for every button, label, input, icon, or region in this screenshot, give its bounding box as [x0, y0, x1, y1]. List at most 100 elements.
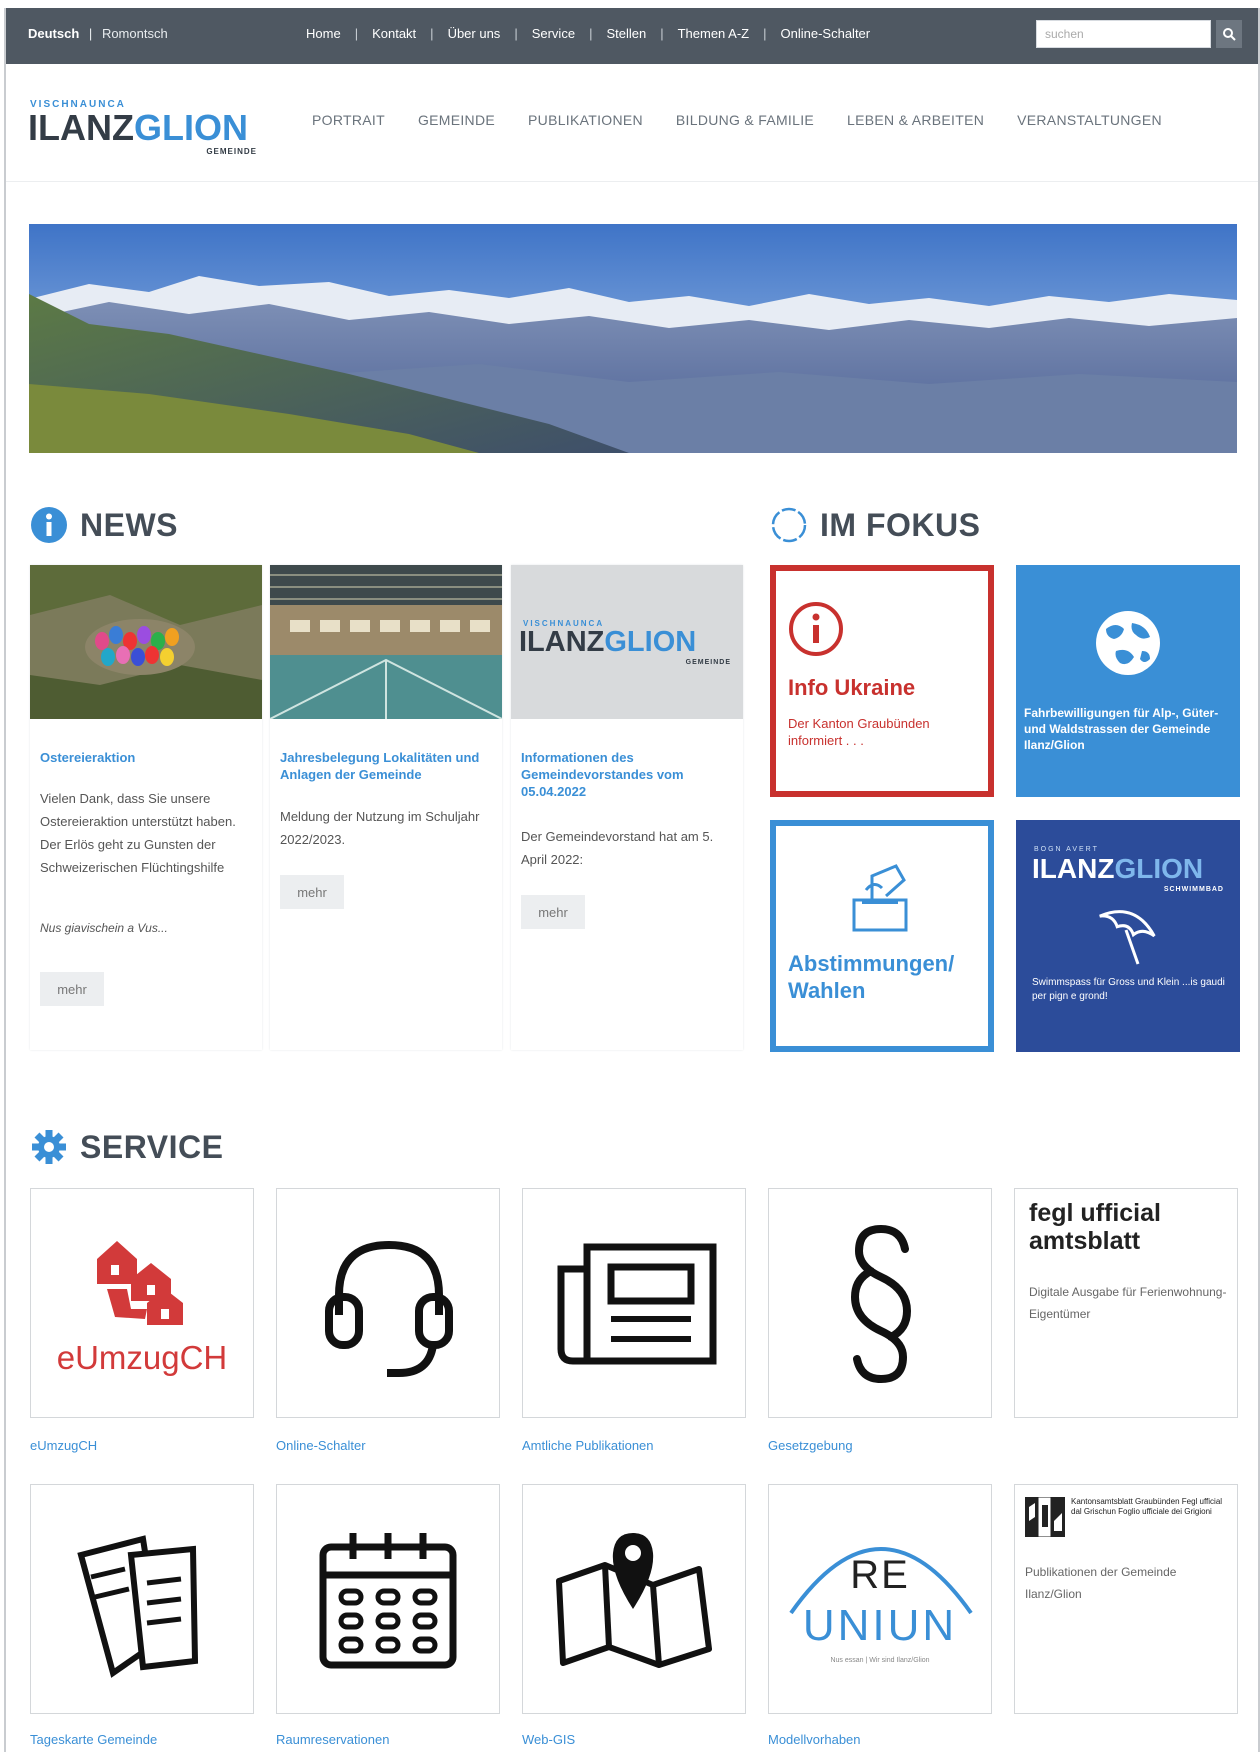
service-tile-amtsblatt[interactable]: fegl ufficial amtsblatt Digitale Ausgabe… — [1014, 1188, 1238, 1418]
kantonsamtsblatt-head: Kantonsamtsblatt Graubünden Fegl ufficia… — [1071, 1497, 1223, 1516]
ukraine-text: Der Kanton Graubünden informiert . . . — [788, 716, 930, 748]
news-card[interactable]: VISCHNAUNCA ILANZGLION GEMEINDE Informat… — [511, 565, 743, 1050]
news-logo-sub: GEMEINDE — [685, 659, 731, 666]
top-nav: Home | Kontakt | Über uns | Service | Stelle… — [306, 26, 870, 41]
news-card[interactable]: Jahresbelegung Lokalitäten und Anlagen d… — [270, 565, 502, 1050]
focus-tile-info-ukraine[interactable]: Info Ukraine Der Kanton Graubünden infor… — [770, 565, 994, 797]
service-tile-online-schalter[interactable] — [276, 1188, 500, 1418]
amtsblatt-text: Digitale Ausgabe für Ferienwohnung-Eigen… — [1029, 1285, 1227, 1321]
abstimmungen-text: Abstimmungen/ Wahlen — [788, 951, 955, 1003]
service-label[interactable]: Amtliche Publikationen — [522, 1438, 654, 1453]
service-heading: SERVICE — [30, 1128, 223, 1166]
eumzug-tile-text: eUmzugCH — [56, 1339, 228, 1376]
lang-romontsch[interactable]: Romontsch — [102, 26, 168, 41]
bad-logo-glion: GLION — [1114, 853, 1204, 884]
service-tile-amtliche-publikationen[interactable] — [522, 1188, 746, 1418]
search-icon — [1223, 28, 1236, 41]
top-nav-online-schalter[interactable]: Online-Schalter — [781, 26, 871, 41]
reuniun-uniun: UNIUN — [802, 1601, 958, 1650]
main-nav-portrait[interactable]: PORTRAIT — [312, 112, 385, 128]
logo-ilanz: ILANZ — [28, 107, 134, 148]
service-label[interactable]: Online-Schalter — [276, 1438, 366, 1453]
lang-deutsch[interactable]: Deutsch — [28, 26, 79, 41]
reuniun-re: RE — [850, 1553, 910, 1597]
top-nav-service[interactable]: Service — [532, 26, 575, 41]
main-nav-gemeinde[interactable]: GEMEINDE — [418, 112, 495, 128]
service-tile-web-gis[interactable] — [522, 1484, 746, 1714]
news-title-link[interactable]: Ostereieraktion — [40, 749, 250, 766]
top-nav-themen[interactable]: Themen A-Z — [678, 26, 750, 41]
service-label[interactable]: Modellvorhaben — [768, 1732, 861, 1747]
search-input[interactable]: suchen — [1036, 20, 1211, 48]
kantonsamtsblatt-text: Publikationen der Gemeinde Ilanz/Glion — [1025, 1565, 1177, 1601]
top-nav-home[interactable]: Home — [306, 26, 341, 41]
top-nav-ueber-uns[interactable]: Über uns — [448, 26, 501, 41]
service-tile-modellvorhaben[interactable]: RE UNIUN Nus essan | Wir sind Ilanz/Glio… — [768, 1484, 992, 1714]
headset-icon — [325, 1240, 453, 1377]
documents-icon — [77, 1535, 199, 1678]
news-image-logo[interactable]: VISCHNAUNCA ILANZGLION GEMEINDE — [511, 565, 743, 719]
focus-tile-fahrbewilligungen[interactable]: Fahrbewilligungen für Alp-, Güter- und W… — [1016, 565, 1240, 797]
divider: | — [589, 26, 593, 41]
service-tile-tageskarte[interactable] — [30, 1484, 254, 1714]
divider: | — [660, 26, 664, 41]
top-bar: Deutsch | Romontsch Home | Kontakt | Über … — [6, 8, 1258, 64]
globe-icon — [1096, 611, 1160, 675]
site-header: VISCHNAUNCA ILANZGLION GEMEINDE PORTRAIT… — [6, 64, 1258, 182]
service-tile-eumzug[interactable]: eUmzugCH — [30, 1188, 254, 1418]
service-title: SERVICE — [80, 1128, 224, 1165]
top-nav-stellen[interactable]: Stellen — [606, 26, 646, 41]
bad-logo-ilanz: ILANZ — [1032, 853, 1115, 884]
news-teaser: Vielen Dank, dass Sie unsere Ostereierak… — [40, 791, 236, 875]
reuniun-caption: Nus essan | Wir sind Ilanz/Glion — [830, 1657, 930, 1664]
service-label[interactable]: Raumreservationen — [276, 1732, 389, 1747]
language-switch: Deutsch | Romontsch — [28, 26, 168, 41]
main-nav: PORTRAIT GEMEINDE PUBLIKATIONEN BILDUNG … — [312, 112, 1162, 128]
eumzug-houses-icon — [97, 1241, 183, 1325]
news-card[interactable]: Ostereieraktion Vielen Dank, dass Sie un… — [30, 565, 262, 1050]
top-nav-kontakt[interactable]: Kontakt — [372, 26, 416, 41]
news-title-link[interactable]: Informationen des Gemeindevorstandes vom… — [521, 749, 731, 800]
map-pin-icon — [556, 1533, 712, 1668]
main-nav-veranstaltungen[interactable]: VERANSTALTUNGEN — [1017, 112, 1162, 128]
service-tile-raumreservationen[interactable] — [276, 1484, 500, 1714]
service-label[interactable]: eUmzugCH — [30, 1438, 97, 1453]
more-button[interactable]: mehr — [280, 875, 344, 909]
service-label[interactable]: Web-GIS — [522, 1732, 575, 1747]
focus-heading: IM FOKUS — [770, 506, 980, 544]
service-tile-kantonsamtsblatt[interactable]: Kantonsamtsblatt Graubünden Fegl ufficia… — [1014, 1484, 1238, 1714]
news-heading: NEWS — [30, 506, 178, 544]
news-title-link[interactable]: Jahresbelegung Lokalitäten und Anlagen d… — [280, 749, 490, 783]
service-label[interactable]: Tageskarte Gemeinde — [30, 1732, 157, 1747]
amtsblatt-title-a: fegl ufficial — [1029, 1199, 1161, 1227]
newspaper-icon — [557, 1243, 717, 1365]
hero-mountain-panorama — [29, 224, 1237, 453]
news-image-easter-eggs[interactable] — [30, 565, 262, 719]
focus-title: IM FOKUS — [820, 506, 981, 543]
amtsblatt-title-b: amtsblatt — [1029, 1227, 1141, 1255]
news-teaser-extra: Nus giavischein a Vus... — [40, 921, 168, 935]
main-nav-leben-arbeiten[interactable]: LEBEN & ARBEITEN — [847, 112, 984, 128]
more-button[interactable]: mehr — [521, 895, 585, 929]
main-nav-bildung-familie[interactable]: BILDUNG & FAMILIE — [676, 112, 814, 128]
site-logo[interactable]: VISCHNAUNCA ILANZGLION GEMEINDE — [28, 99, 263, 159]
logo-main-text: ILANZGLION — [28, 109, 248, 147]
more-button[interactable]: mehr — [40, 972, 104, 1006]
bad-sub-text: SCHWIMMBAD — [1163, 886, 1224, 893]
gear-icon — [32, 1130, 66, 1164]
search-button[interactable] — [1216, 20, 1242, 48]
focus-tile-abstimmungen[interactable]: Abstimmungen/ Wahlen — [770, 820, 994, 1052]
ballot-box-icon — [852, 864, 908, 932]
info-outline-icon — [789, 602, 843, 656]
service-label[interactable]: Gesetzgebung — [768, 1438, 853, 1453]
main-nav-publikationen[interactable]: PUBLIKATIONEN — [528, 112, 643, 128]
fahr-text: Fahrbewilligungen für Alp-, Güter- und W… — [1024, 706, 1219, 752]
service-tile-gesetzgebung[interactable] — [768, 1188, 992, 1418]
logo-glion: GLION — [133, 107, 248, 148]
focus-tile-schwimmbad[interactable]: BOGN AVERT ILANZGLION SCHWIMMBAD Swimmsp… — [1016, 820, 1240, 1052]
bad-text: Swimmspass für Gross und Klein ...is gau… — [1032, 977, 1225, 1002]
news-title: NEWS — [80, 506, 178, 543]
news-image-gym-hall[interactable] — [270, 565, 502, 719]
bad-top-text: BOGN AVERT — [1034, 846, 1099, 853]
news-teaser: Meldung der Nutzung im Schuljahr 2022/20… — [280, 809, 480, 847]
